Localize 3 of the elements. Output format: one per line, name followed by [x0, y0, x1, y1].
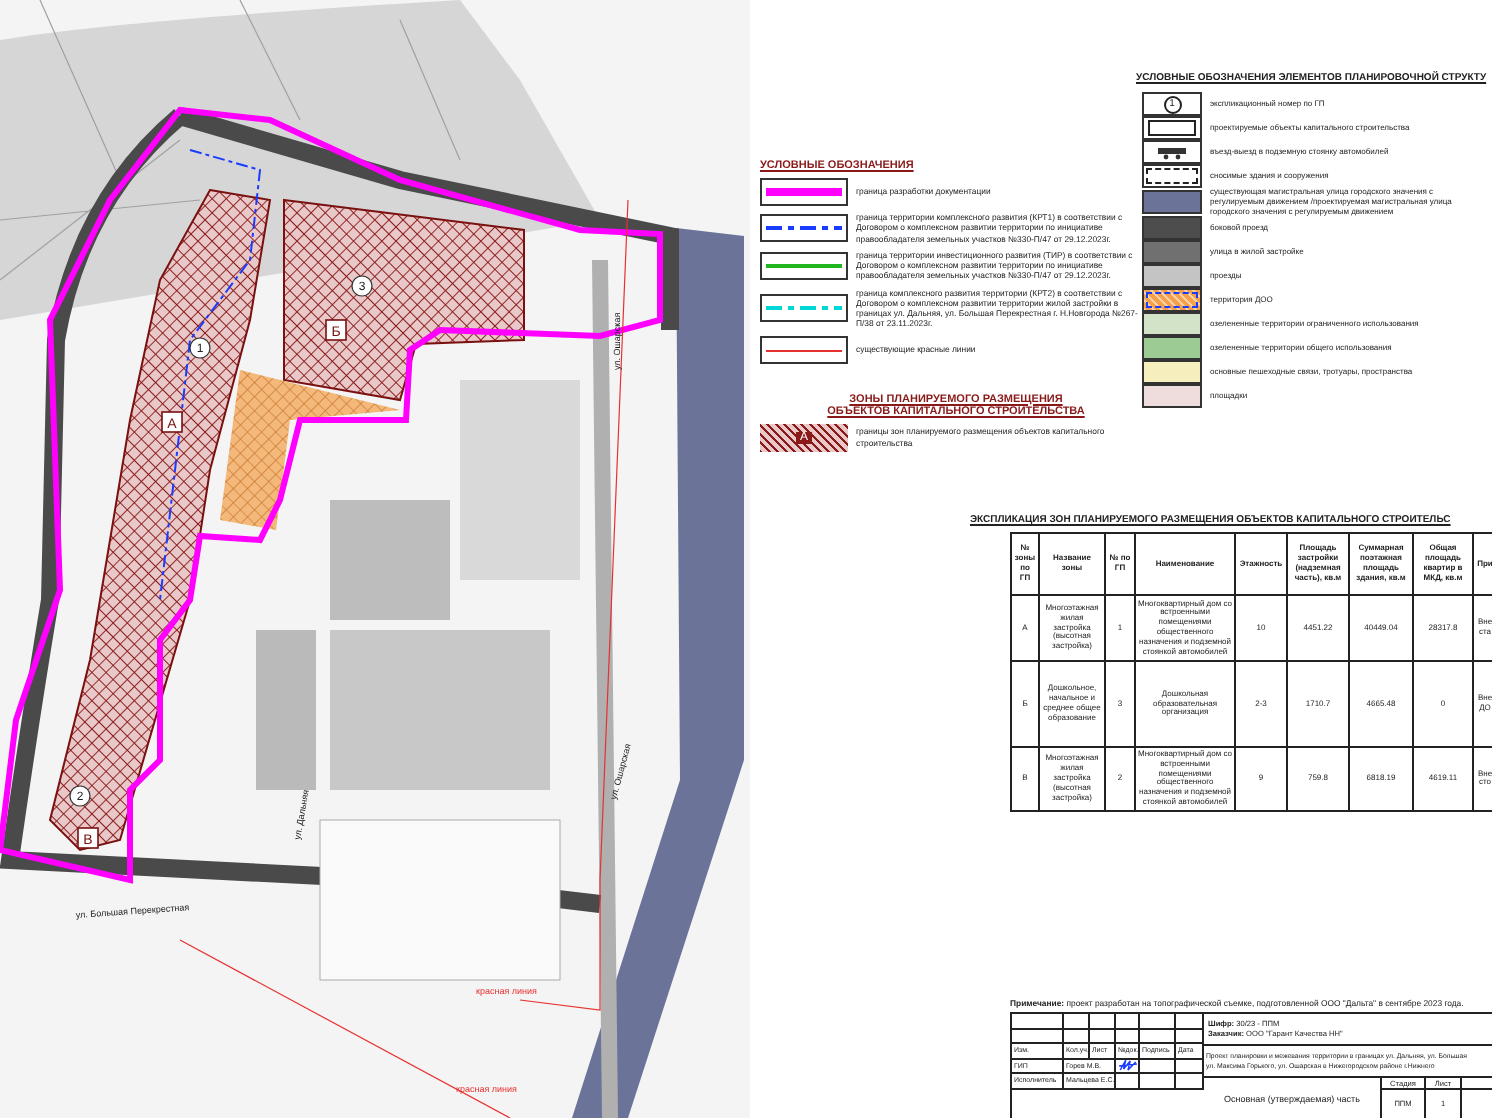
legend-swatch [1142, 116, 1202, 140]
legend-swatch [1142, 164, 1202, 188]
legend-swatch [1142, 140, 1202, 164]
